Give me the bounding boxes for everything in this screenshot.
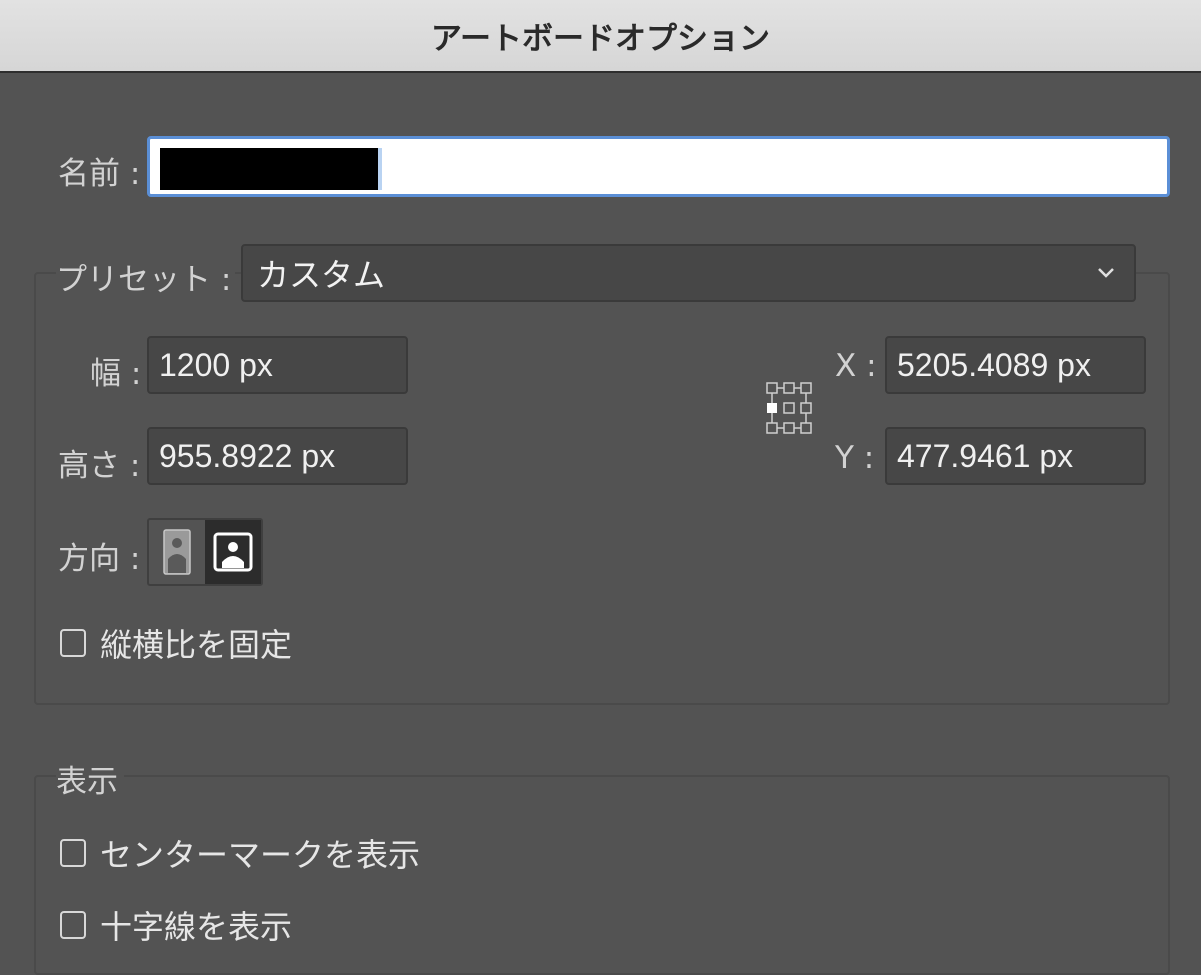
width-value: 1200 px <box>159 346 273 383</box>
width-label: 幅 : <box>90 356 142 392</box>
height-input[interactable]: 955.8922 px <box>147 427 408 485</box>
height-value: 955.8922 px <box>159 437 336 474</box>
name-input[interactable] <box>147 136 1170 197</box>
orientation-label: 方向 : <box>58 541 141 577</box>
center-mark-checkbox[interactable] <box>60 839 86 867</box>
preset-label: プリセット : <box>56 254 236 299</box>
reference-point-icon[interactable] <box>764 380 814 438</box>
y-value: 477.9461 px <box>897 437 1074 474</box>
x-label: X : <box>835 348 877 384</box>
center-mark-label: センターマークを表示 <box>100 836 421 874</box>
height-label: 高さ : <box>58 448 141 484</box>
cross-hairs-checkbox[interactable] <box>60 911 86 939</box>
dialog-titlebar: アートボードオプション <box>0 0 1201 73</box>
name-label: 名前 : <box>58 156 141 192</box>
center-mark-row[interactable]: センターマークを表示 <box>60 830 420 876</box>
display-heading: 表示 <box>56 756 124 801</box>
x-input[interactable]: 5205.4089 px <box>885 336 1146 394</box>
cross-hairs-row[interactable]: 十字線を表示 <box>60 902 292 948</box>
redacted-name-text <box>160 148 378 190</box>
y-input[interactable]: 477.9461 px <box>885 427 1146 485</box>
dialog-title: アートボードオプション <box>430 21 771 57</box>
constrain-proportions-checkbox[interactable] <box>60 629 86 657</box>
chevron-down-icon <box>1098 268 1114 278</box>
y-label: Y : <box>835 440 875 476</box>
portrait-button[interactable] <box>149 520 205 584</box>
constrain-proportions-row[interactable]: 縦横比を固定 <box>60 620 292 666</box>
portrait-icon <box>163 529 191 575</box>
preset-dropdown[interactable]: カスタム <box>241 244 1136 302</box>
cross-hairs-label: 十字線を表示 <box>100 908 293 946</box>
constrain-proportions-label: 縦横比を固定 <box>100 626 293 664</box>
x-value: 5205.4089 px <box>897 346 1091 383</box>
landscape-icon <box>213 532 253 572</box>
orientation-toggle <box>147 518 263 586</box>
width-input[interactable]: 1200 px <box>147 336 408 394</box>
landscape-button[interactable] <box>205 520 261 584</box>
preset-selected-value: カスタム <box>257 256 386 294</box>
